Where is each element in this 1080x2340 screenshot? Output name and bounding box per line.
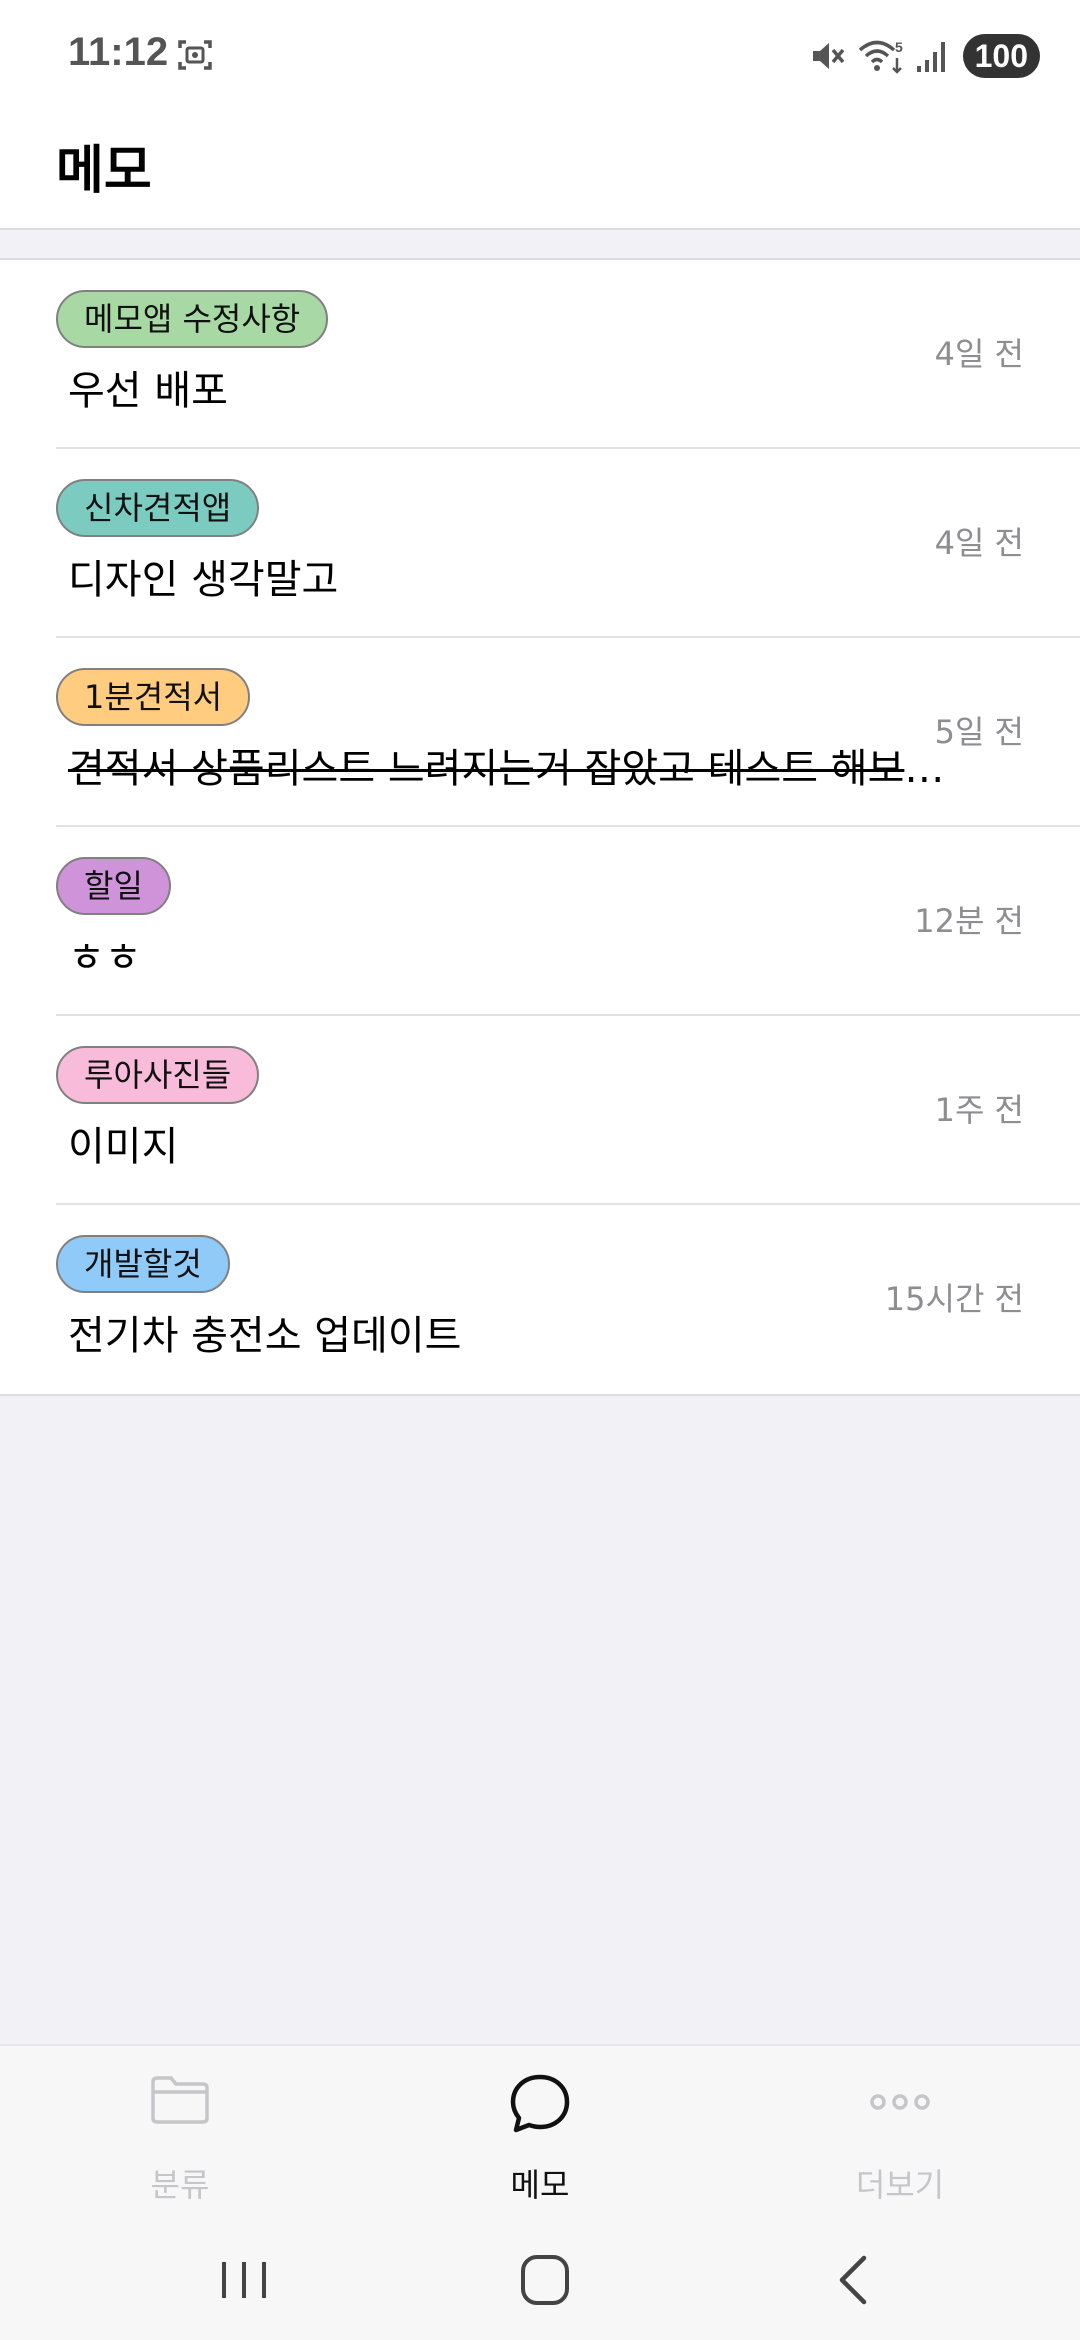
nav-label-category: 분류 [150, 2166, 210, 2204]
battery-icon: 100 [962, 34, 1040, 78]
chat-bubble-icon [510, 2074, 570, 2133]
screen: 11:12 5 100 메모 메모앱 수정사항 우선 배포 4일 전 신차견적앱… [0, 0, 1080, 2340]
memo-list: 메모앱 수정사항 우선 배포 4일 전 신차견적앱 디자인 생각말고 4일 전 1분견적서 견… [0, 258, 1080, 1396]
memo-category-tag: 개발할것 [56, 1235, 230, 1293]
memo-list-item[interactable]: 메모앱 수정사항우선 배포 4일 전 [56, 260, 1080, 449]
page-title: 메모 [56, 141, 152, 201]
app-header: 메모 [0, 112, 1080, 230]
memo-timestamp: 1주 전 [934, 1091, 1024, 1129]
battery-level: 100 [974, 37, 1028, 74]
wifi-icon: 5 [858, 39, 903, 74]
memo-timestamp: 4일 전 [934, 524, 1024, 562]
memo-list-item[interactable]: 개발할것전기차 충전소 업데이트 15시간 전 [56, 1205, 1080, 1394]
signal-icon [916, 42, 945, 72]
bottom-nav: 분류 메모 더보기 [0, 2044, 1080, 2220]
home-icon[interactable] [514, 2248, 578, 2312]
memo-category-tag: 할일 [56, 857, 171, 915]
memo-timestamp: 15시간 전 [884, 1280, 1024, 1318]
status-time: 11:12 [68, 30, 169, 74]
memo-category-tag: 메모앱 수정사항 [56, 290, 329, 348]
more-dots-icon [870, 2094, 930, 2110]
status-icons: 5 100 [807, 32, 1040, 80]
memo-timestamp: 4일 전 [934, 335, 1024, 373]
nav-label-more: 더보기 [855, 2166, 945, 2204]
memo-title: 이미지 [68, 1124, 179, 1170]
screenshot-icon [178, 40, 212, 70]
memo-title: ㅎㅎ [68, 935, 142, 981]
memo-title: 우선 배포 [68, 368, 228, 414]
memo-category-tag: 루아사진들 [56, 1046, 260, 1104]
recent-apps-icon[interactable] [218, 2248, 270, 2312]
memo-list-item[interactable]: 루아사진들이미지 1주 전 [56, 1016, 1080, 1205]
nav-item-category[interactable]: 분류 [0, 2046, 360, 2220]
memo-title: 디자인 생각말고 [68, 557, 339, 603]
memo-timestamp: 12분 전 [914, 902, 1024, 940]
memo-category-tag: 신차견적앱 [56, 479, 260, 537]
memo-timestamp: 5일 전 [934, 713, 1024, 751]
folder-icon [151, 2076, 209, 2124]
memo-list-item[interactable]: 할일 ㅎㅎ 12분 전 [56, 827, 1080, 1016]
nav-item-more[interactable]: 더보기 [720, 2046, 1080, 2220]
svg-text:5: 5 [895, 39, 903, 55]
memo-category-tag: 1분견적서 [56, 668, 251, 726]
memo-title: 전기차 충전소 업데이트 [68, 1313, 462, 1359]
memo-title: 견적서 상품리스트 느려지는거 잡았고 테스트 해보고 배포 [68, 746, 968, 792]
system-nav-bar [0, 2220, 1080, 2340]
nav-label-memo: 메모 [510, 2166, 570, 2204]
mute-icon [812, 43, 844, 69]
memo-list-item[interactable]: 신차견적앱디자인 생각말고 4일 전 [56, 449, 1080, 638]
nav-item-memo[interactable]: 메모 [360, 2046, 720, 2220]
back-icon[interactable] [820, 2248, 884, 2312]
memo-list-item[interactable]: 1분견적서견적서 상품리스트 느려지는거 잡았고 테스트 해보고 배포 5일 전 [56, 638, 1080, 827]
status-bar: 11:12 5 100 [0, 0, 1080, 112]
